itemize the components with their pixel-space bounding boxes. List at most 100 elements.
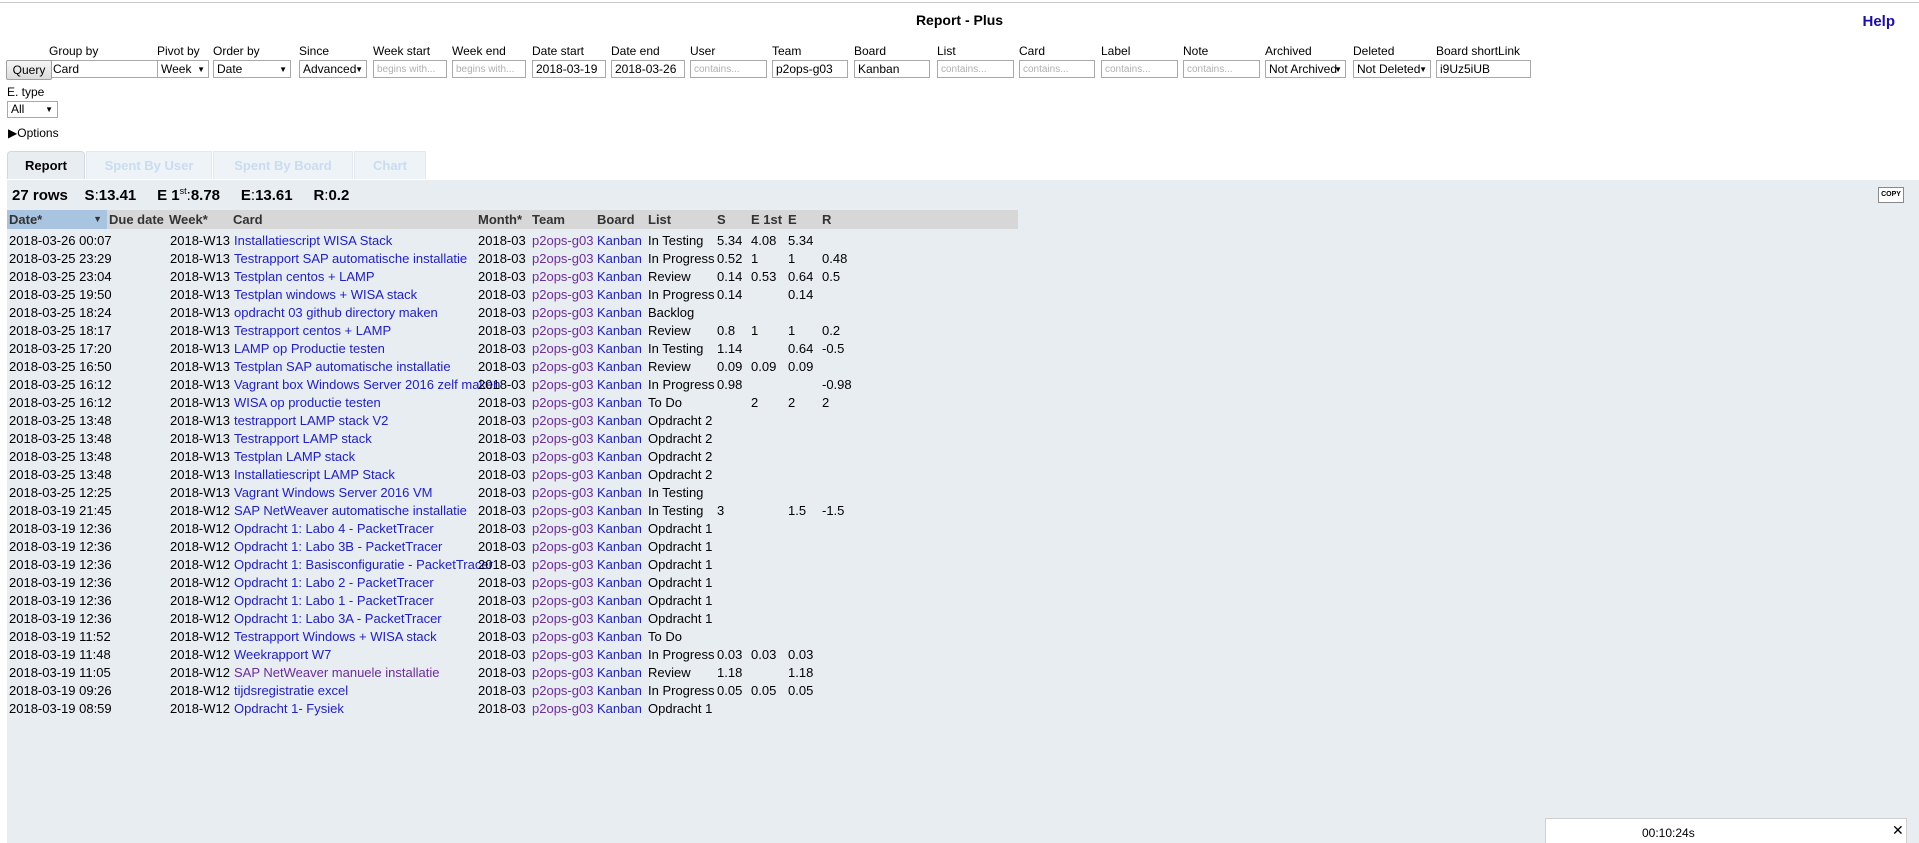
cell-board[interactable]: Kanban: [597, 503, 642, 519]
cell-board[interactable]: Kanban: [597, 359, 642, 375]
cell-board[interactable]: Kanban: [597, 611, 642, 627]
cell-board[interactable]: Kanban: [597, 647, 642, 663]
cell-card[interactable]: Testrapport Windows + WISA stack: [234, 629, 437, 645]
cell-team[interactable]: p2ops-g03: [532, 377, 593, 393]
date-end-input[interactable]: 2018-03-26: [611, 60, 685, 78]
cell-team[interactable]: p2ops-g03: [532, 521, 593, 537]
cell-team[interactable]: p2ops-g03: [532, 323, 593, 339]
cell-board[interactable]: Kanban: [597, 269, 642, 285]
column-header-e-1st[interactable]: E 1st: [751, 210, 782, 229]
cell-board[interactable]: Kanban: [597, 701, 642, 717]
cell-board[interactable]: Kanban: [597, 287, 642, 303]
cell-card[interactable]: SAP NetWeaver automatische installatie: [234, 503, 467, 519]
column-header-s[interactable]: S: [717, 210, 726, 229]
cell-team[interactable]: p2ops-g03: [532, 629, 593, 645]
cell-card[interactable]: Opdracht 1: Labo 2 - PacketTracer: [234, 575, 434, 591]
cell-team[interactable]: p2ops-g03: [532, 647, 593, 663]
cell-card[interactable]: testrapport LAMP stack V2: [234, 413, 388, 429]
cell-board[interactable]: Kanban: [597, 377, 642, 393]
tab-report[interactable]: Report: [7, 151, 85, 179]
cell-board[interactable]: Kanban: [597, 629, 642, 645]
column-header-due-date[interactable]: Due date: [109, 210, 164, 229]
cell-team[interactable]: p2ops-g03: [532, 539, 593, 555]
board-shortlink-input[interactable]: i9Uz5iUB: [1436, 60, 1531, 78]
week-end-input[interactable]: begins with...: [452, 60, 526, 78]
column-header-e[interactable]: E: [788, 210, 797, 229]
column-header-month[interactable]: Month*: [478, 210, 522, 229]
copy-button[interactable]: COPY: [1878, 187, 1904, 203]
cell-board[interactable]: Kanban: [597, 557, 642, 573]
cell-card[interactable]: SAP NetWeaver manuele installatie: [234, 665, 439, 681]
cell-card[interactable]: Vagrant box Windows Server 2016 zelf mak…: [234, 377, 500, 393]
note-input[interactable]: contains...: [1183, 60, 1260, 78]
cell-team[interactable]: p2ops-g03: [532, 593, 593, 609]
cell-team[interactable]: p2ops-g03: [532, 485, 593, 501]
close-icon[interactable]: ✕: [1892, 822, 1904, 839]
card-input[interactable]: contains...: [1019, 60, 1095, 78]
column-header-r[interactable]: R: [822, 210, 831, 229]
cell-card[interactable]: Testrapport LAMP stack: [234, 431, 372, 447]
cell-team[interactable]: p2ops-g03: [532, 431, 593, 447]
cell-board[interactable]: Kanban: [597, 593, 642, 609]
cell-board[interactable]: Kanban: [597, 485, 642, 501]
cell-board[interactable]: Kanban: [597, 575, 642, 591]
options-toggle[interactable]: ▶Options: [8, 126, 59, 140]
column-header-card[interactable]: Card: [233, 210, 263, 229]
cell-card[interactable]: Opdracht 1- Fysiek: [234, 701, 344, 717]
cell-board[interactable]: Kanban: [597, 449, 642, 465]
cell-board[interactable]: Kanban: [597, 539, 642, 555]
cell-board[interactable]: Kanban: [597, 683, 642, 699]
cell-team[interactable]: p2ops-g03: [532, 449, 593, 465]
cell-team[interactable]: p2ops-g03: [532, 395, 593, 411]
cell-team[interactable]: p2ops-g03: [532, 413, 593, 429]
cell-team[interactable]: p2ops-g03: [532, 575, 593, 591]
cell-team[interactable]: p2ops-g03: [532, 701, 593, 717]
etype-select[interactable]: All ▼: [7, 101, 58, 118]
cell-card[interactable]: LAMP op Productie testen: [234, 341, 385, 357]
cell-board[interactable]: Kanban: [597, 305, 642, 321]
cell-team[interactable]: p2ops-g03: [532, 503, 593, 519]
cell-board[interactable]: Kanban: [597, 521, 642, 537]
cell-card[interactable]: Testplan centos + LAMP: [234, 269, 375, 285]
team-input[interactable]: p2ops-g03: [772, 60, 848, 78]
pivot-by-select[interactable]: Week ▼: [157, 60, 209, 78]
cell-team[interactable]: p2ops-g03: [532, 359, 593, 375]
cell-team[interactable]: p2ops-g03: [532, 305, 593, 321]
column-header-team[interactable]: Team: [532, 210, 565, 229]
date-start-input[interactable]: 2018-03-19: [532, 60, 606, 78]
cell-card[interactable]: WISA op productie testen: [234, 395, 381, 411]
cell-team[interactable]: p2ops-g03: [532, 251, 593, 267]
cell-card[interactable]: Testrapport SAP automatische installatie: [234, 251, 467, 267]
column-header-date[interactable]: Date* ▼: [7, 210, 107, 229]
cell-board[interactable]: Kanban: [597, 431, 642, 447]
column-header-board[interactable]: Board: [597, 210, 635, 229]
cell-team[interactable]: p2ops-g03: [532, 467, 593, 483]
board-input[interactable]: Kanban: [854, 60, 930, 78]
cell-card[interactable]: Installatiescript WISA Stack: [234, 233, 392, 249]
since-select[interactable]: Advanced ▼: [299, 60, 367, 78]
cell-board[interactable]: Kanban: [597, 341, 642, 357]
week-start-input[interactable]: begins with...: [373, 60, 447, 78]
help-link[interactable]: Help: [1862, 13, 1895, 30]
cell-team[interactable]: p2ops-g03: [532, 269, 593, 285]
cell-board[interactable]: Kanban: [597, 395, 642, 411]
cell-card[interactable]: Testrapport centos + LAMP: [234, 323, 391, 339]
cell-card[interactable]: Opdracht 1: Basisconfiguratie - PacketTr…: [234, 557, 493, 573]
cell-card[interactable]: Opdracht 1: Labo 3A - PacketTracer: [234, 611, 442, 627]
list-input[interactable]: contains...: [937, 60, 1014, 78]
cell-card[interactable]: Testplan LAMP stack: [234, 449, 355, 465]
cell-board[interactable]: Kanban: [597, 467, 642, 483]
column-header-week[interactable]: Week*: [169, 210, 208, 229]
cell-board[interactable]: Kanban: [597, 665, 642, 681]
cell-team[interactable]: p2ops-g03: [532, 665, 593, 681]
cell-card[interactable]: Vagrant Windows Server 2016 VM: [234, 485, 432, 501]
cell-board[interactable]: Kanban: [597, 251, 642, 267]
label-input[interactable]: contains...: [1101, 60, 1178, 78]
cell-card[interactable]: Testplan SAP automatische installatie: [234, 359, 451, 375]
cell-team[interactable]: p2ops-g03: [532, 683, 593, 699]
cell-board[interactable]: Kanban: [597, 233, 642, 249]
cell-board[interactable]: Kanban: [597, 323, 642, 339]
cell-team[interactable]: p2ops-g03: [532, 287, 593, 303]
archived-select[interactable]: Not Archived ▼: [1265, 60, 1346, 78]
column-header-list[interactable]: List: [648, 210, 671, 229]
